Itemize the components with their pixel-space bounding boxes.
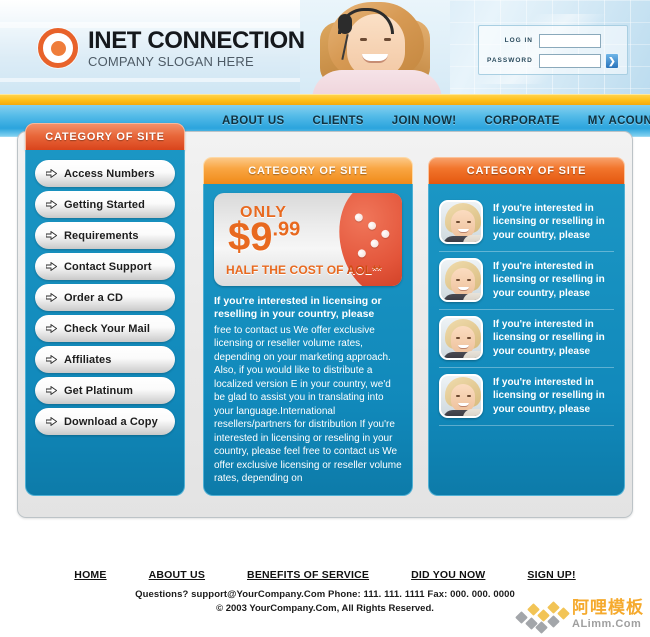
sidebar-item-label: Order a CD <box>64 291 124 304</box>
logo-title: INET CONNECTION <box>88 26 305 54</box>
chevron-right-icon: ❯ <box>608 55 616 66</box>
right-panel-list: If you're interested in licensing or res… <box>428 184 625 496</box>
sidebar-item-label: Contact Support <box>64 260 152 273</box>
list-item[interactable]: If you're interested in licensing or res… <box>439 194 614 252</box>
login-username-row: LOG IN <box>487 32 619 49</box>
footer-link-about-us[interactable]: ABOUT US <box>149 569 205 581</box>
list-item[interactable]: If you're interested in licensing or res… <box>439 368 614 426</box>
sidebar-list: Access Numbers Getting Started Requireme… <box>25 150 185 496</box>
arrow-right-icon <box>46 262 57 271</box>
sidebar-item-label: Access Numbers <box>64 167 155 180</box>
sidebar-item-label: Affiliates <box>64 353 112 366</box>
page-root: INET CONNECTION COMPANY SLOGAN HERE LOG … <box>0 0 650 637</box>
login-username-input[interactable] <box>539 33 601 48</box>
nav-item-about-us[interactable]: ABOUT US <box>222 115 284 127</box>
arrow-right-icon <box>46 324 57 333</box>
list-item[interactable]: If you're interested in licensing or res… <box>439 252 614 310</box>
target-circle-icon <box>38 28 78 68</box>
promo-price-cents: .99 <box>272 218 301 241</box>
promo-price-currency: $ <box>228 215 251 259</box>
center-panel-lead: If you're interested in licensing or res… <box>214 295 382 321</box>
hero-image-call-center-woman <box>300 0 450 94</box>
promo-price-whole: 9 <box>250 215 273 259</box>
promo-price-banner[interactable]: ONLY $9.99 HALF THE COST OF AOL** <box>214 193 402 286</box>
list-item-text: If you're interested in licensing or res… <box>493 319 605 357</box>
center-panel: CATEGORY OF SITE ONLY $9.99 HALF THE COS… <box>203 157 413 496</box>
arrow-right-icon <box>46 169 57 178</box>
sidebar-item-label: Check Your Mail <box>64 322 151 335</box>
nav-item-clients[interactable]: CLIENTS <box>312 115 363 127</box>
accent-bar <box>0 94 650 105</box>
sidebar-item-order-a-cd[interactable]: Order a CD <box>35 284 175 311</box>
login-password-row: PASSWORD ❯ <box>487 52 619 69</box>
watermark-cn-text: 阿哩模板 <box>572 598 644 618</box>
login-username-label: LOG IN <box>504 37 533 44</box>
avatar <box>439 258 483 302</box>
list-item-text: If you're interested in licensing or res… <box>493 261 605 299</box>
site-footer: HOME ABOUT US BENEFITS OF SERVICE DID YO… <box>0 560 650 637</box>
nav-item-my-account[interactable]: MY ACOUNT <box>588 115 650 127</box>
sidebar-item-download-a-copy[interactable]: Download a Copy <box>35 408 175 435</box>
right-panel-heading: CATEGORY OF SITE <box>428 157 625 184</box>
footer-link-sign-up[interactable]: SIGN UP! <box>527 569 575 581</box>
login-box: LOG IN PASSWORD ❯ <box>478 25 628 75</box>
arrow-right-icon <box>46 386 57 395</box>
arrow-right-icon <box>46 293 57 302</box>
sidebar-heading: CATEGORY OF SITE <box>25 123 185 150</box>
login-password-label: PASSWORD <box>487 57 533 64</box>
sidebar-item-affiliates[interactable]: Affiliates <box>35 346 175 373</box>
footer-link-home[interactable]: HOME <box>74 569 106 581</box>
sidebar-item-label: Getting Started <box>64 198 145 211</box>
site-logo[interactable]: INET CONNECTION COMPANY SLOGAN HERE <box>38 28 305 68</box>
arrow-right-icon <box>46 417 57 426</box>
header-decor-streak <box>0 78 300 82</box>
center-panel-heading: CATEGORY OF SITE <box>203 157 413 184</box>
sidebar-item-get-platinum[interactable]: Get Platinum <box>35 377 175 404</box>
promo-tagline-prefix: HALF THE COST OF <box>226 263 347 277</box>
sidebar-item-requirements[interactable]: Requirements <box>35 222 175 249</box>
login-password-input[interactable] <box>538 53 601 68</box>
sidebar-item-label: Get Platinum <box>64 384 134 397</box>
site-header: INET CONNECTION COMPANY SLOGAN HERE LOG … <box>0 0 650 94</box>
cubes-logo-icon <box>515 597 570 634</box>
arrow-right-icon <box>46 200 57 209</box>
nav-item-join-now[interactable]: JOIN NOW! <box>392 115 457 127</box>
sidebar-item-access-numbers[interactable]: Access Numbers <box>35 160 175 187</box>
sidebar-item-getting-started[interactable]: Getting Started <box>35 191 175 218</box>
promo-price: $9.99 <box>228 217 300 257</box>
promo-tagline-brand: AOL** <box>346 263 382 277</box>
avatar <box>439 316 483 360</box>
avatar <box>439 200 483 244</box>
sidebar-item-check-your-mail[interactable]: Check Your Mail <box>35 315 175 342</box>
center-panel-body: ONLY $9.99 HALF THE COST OF AOL** If you… <box>203 184 413 496</box>
sidebar-item-contact-support[interactable]: Contact Support <box>35 253 175 280</box>
list-item-text: If you're interested in licensing or res… <box>493 377 605 415</box>
footer-link-benefits-of-service[interactable]: BENEFITS OF SERVICE <box>247 569 369 581</box>
avatar <box>439 374 483 418</box>
arrow-right-icon <box>46 355 57 364</box>
right-panel: CATEGORY OF SITE If you're interested in… <box>428 157 625 496</box>
list-item-text: If you're interested in licensing or res… <box>493 203 605 241</box>
nav-item-corporate[interactable]: CORPORATE <box>484 115 559 127</box>
promo-tagline: HALF THE COST OF AOL** <box>226 263 382 277</box>
watermark: 阿哩模板 ALimm.Com <box>515 597 644 634</box>
arrow-right-icon <box>46 231 57 240</box>
footer-link-did-you-now[interactable]: DID YOU NOW <box>411 569 485 581</box>
logo-slogan: COMPANY SLOGAN HERE <box>88 53 254 69</box>
sidebar-item-label: Download a Copy <box>64 415 158 428</box>
list-item[interactable]: If you're interested in licensing or res… <box>439 310 614 368</box>
sidebar-item-label: Requirements <box>64 229 139 242</box>
sidebar-panel: CATEGORY OF SITE Access Numbers Getting … <box>25 123 185 496</box>
footer-links: HOME ABOUT US BENEFITS OF SERVICE DID YO… <box>0 560 650 581</box>
center-panel-body-text: free to contact us We offer exclusive li… <box>214 324 402 485</box>
watermark-en-text: ALimm.Com <box>572 618 642 630</box>
login-submit-button[interactable]: ❯ <box>604 52 619 69</box>
